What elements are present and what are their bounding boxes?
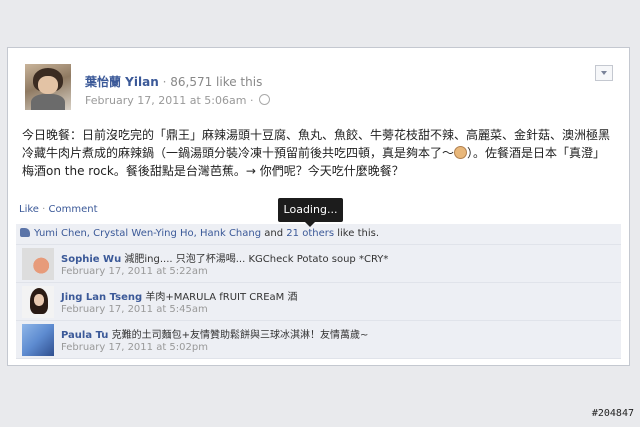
timestamp-link[interactable]: February 17, 2011 at 5:06am bbox=[85, 94, 246, 107]
commenter-name[interactable]: Jing Lan Tseng bbox=[61, 292, 142, 303]
comment-text: 減肥ing.... 只泡了杯湯喝... KGCheck Potato soup … bbox=[124, 254, 389, 265]
commenter-name[interactable]: Sophie Wu bbox=[61, 254, 121, 265]
watermark: #204847 bbox=[591, 408, 634, 419]
others-link[interactable]: 21 others bbox=[286, 228, 334, 239]
commenter-avatar[interactable] bbox=[22, 248, 54, 280]
post-card: 葉怡蘭 Yilan · 86,571 like this February 17… bbox=[7, 47, 630, 366]
emoji-icon bbox=[454, 146, 468, 159]
liker-names[interactable]: Yumi Chen, Crystal Wen-Ying Ho, Hank Cha… bbox=[34, 228, 261, 239]
commenter-name[interactable]: Paula Tu bbox=[61, 330, 108, 341]
post-options-button[interactable] bbox=[595, 65, 613, 81]
commenter-avatar[interactable] bbox=[22, 286, 54, 318]
commenter-avatar[interactable] bbox=[22, 324, 54, 356]
author-name[interactable]: 葉怡蘭 Yilan bbox=[85, 75, 159, 89]
post-timestamp: February 17, 2011 at 5:06am · bbox=[85, 94, 270, 107]
comment-item: Jing Lan Tseng 羊肉+MARULA fRUIT CREaM 酒 F… bbox=[16, 283, 621, 321]
post-actions: Like · Comment bbox=[19, 204, 98, 215]
post-body: 今日晚餐：日前沒吃完的「鼎王」麻辣湯頭十豆腐、魚丸、魚餃、牛蒡花枝甜不辣、高麗菜… bbox=[22, 128, 611, 178]
comment-timestamp[interactable]: February 17, 2011 at 5:02pm bbox=[61, 342, 208, 353]
tooltip-arrow bbox=[305, 222, 315, 227]
author-likes-count: 86,571 like this bbox=[170, 75, 263, 89]
chevron-down-icon bbox=[601, 71, 607, 75]
globe-icon bbox=[258, 94, 270, 105]
thumbs-up-icon bbox=[20, 228, 30, 237]
loading-tooltip: Loading... bbox=[278, 198, 343, 222]
comment-timestamp[interactable]: February 17, 2011 at 5:22am bbox=[61, 266, 208, 277]
comment-item: Paula Tu 克難的土司麵包+友情贊助鬆餅與三球冰淇淋！友情萬歲~ Febr… bbox=[16, 321, 621, 359]
comment-text: 克難的土司麵包+友情贊助鬆餅與三球冰淇淋！友情萬歲~ bbox=[111, 330, 369, 341]
comment-text: 羊肉+MARULA fRUIT CREaM 酒 bbox=[145, 292, 298, 303]
comment-link[interactable]: Comment bbox=[49, 204, 98, 215]
like-link[interactable]: Like bbox=[19, 204, 39, 215]
comment-item: Sophie Wu 減肥ing.... 只泡了杯湯喝... KGCheck Po… bbox=[16, 245, 621, 283]
comment-timestamp[interactable]: February 17, 2011 at 5:45am bbox=[61, 304, 208, 315]
likes-summary: Yumi Chen, Crystal Wen-Ying Ho, Hank Cha… bbox=[16, 224, 621, 245]
author-avatar[interactable] bbox=[25, 64, 71, 110]
feedback-area: Yumi Chen, Crystal Wen-Ying Ho, Hank Cha… bbox=[16, 224, 621, 359]
post-header: 葉怡蘭 Yilan · 86,571 like this bbox=[85, 75, 263, 89]
